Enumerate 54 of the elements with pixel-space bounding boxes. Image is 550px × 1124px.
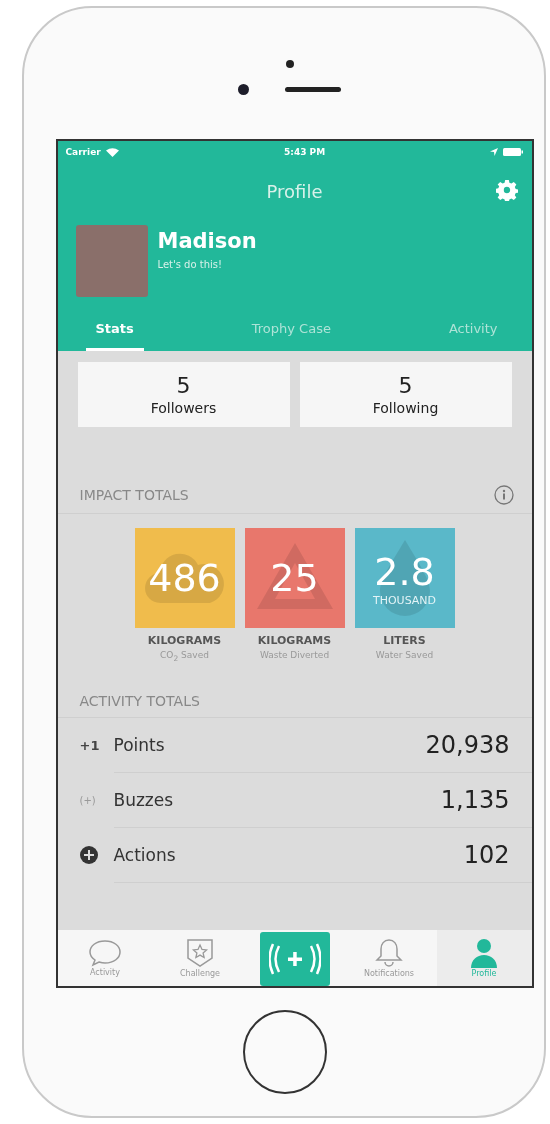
person-icon xyxy=(469,938,499,968)
battery-icon xyxy=(503,148,524,156)
row-symbol: (+) xyxy=(79,794,96,806)
social-count-card[interactable]: 5 Following xyxy=(299,362,512,427)
camera-dot xyxy=(238,84,249,95)
impact-unit: KILOGRAMS xyxy=(257,634,332,647)
profile-tab[interactable]: Activity xyxy=(438,317,508,351)
tab-bar-item[interactable]: Notifications xyxy=(341,930,437,986)
social-label: Followers xyxy=(150,400,217,416)
activity-label: Points xyxy=(113,734,165,755)
carrier-label: Carrier xyxy=(65,147,101,157)
home-button[interactable] xyxy=(242,1010,327,1094)
activity-value: 20,938 xyxy=(425,730,510,759)
status-time: 5:43 PM xyxy=(284,147,326,157)
sensor-dot xyxy=(285,60,294,68)
section-title: ACTIVITY TOTALS xyxy=(79,692,200,709)
row-symbol: +1 xyxy=(79,737,100,753)
activity-value: 1,135 xyxy=(440,785,510,814)
activity-value: 102 xyxy=(463,840,510,869)
screen-title: Profile xyxy=(266,180,323,202)
star-shield-icon xyxy=(186,938,214,968)
social-count-card[interactable]: 5 Followers xyxy=(77,362,290,427)
activity-label: Actions xyxy=(113,844,176,865)
profile-name: Madison xyxy=(157,229,257,253)
impact-value: 2.8 xyxy=(374,549,435,594)
wifi-icon xyxy=(105,147,119,157)
plus-circle-icon xyxy=(79,846,98,865)
social-count: 5 xyxy=(176,373,191,398)
plus-waves-icon xyxy=(268,942,321,976)
impact-caption: Water Saved xyxy=(375,650,434,660)
impact-caption: CO$_{2}$ Saved xyxy=(160,650,209,663)
tab-bar-item[interactable]: Challenge xyxy=(152,930,248,986)
section-title: IMPACT TOTALS xyxy=(79,487,189,503)
bell-icon xyxy=(375,938,403,968)
impact-caption: Waste Diverted xyxy=(259,650,330,660)
activity-label: Buzzes xyxy=(113,789,174,810)
impact-unit: LITERS xyxy=(383,634,426,647)
info-icon[interactable] xyxy=(493,485,514,505)
speaker-slot xyxy=(285,87,341,92)
speech-bubble-icon xyxy=(88,939,122,967)
buzz-button[interactable] xyxy=(259,932,330,986)
social-label: Following xyxy=(372,400,439,416)
impact-value: 25 xyxy=(270,556,319,600)
profile-tab[interactable]: Stats xyxy=(85,317,144,351)
settings-icon[interactable] xyxy=(495,179,518,201)
impact-multiplier: THOUSAND xyxy=(372,593,437,607)
social-count: 5 xyxy=(398,373,413,398)
tab-bar-item[interactable]: Profile xyxy=(436,930,532,986)
location-arrow-icon xyxy=(490,148,499,156)
impact-unit: KILOGRAMS xyxy=(147,634,222,647)
tab-bar-item[interactable]: Activity xyxy=(57,930,153,986)
profile-tab[interactable]: Trophy Case xyxy=(241,317,341,351)
profile-tagline: Let's do this! xyxy=(157,259,223,270)
impact-value: 486 xyxy=(148,556,221,600)
